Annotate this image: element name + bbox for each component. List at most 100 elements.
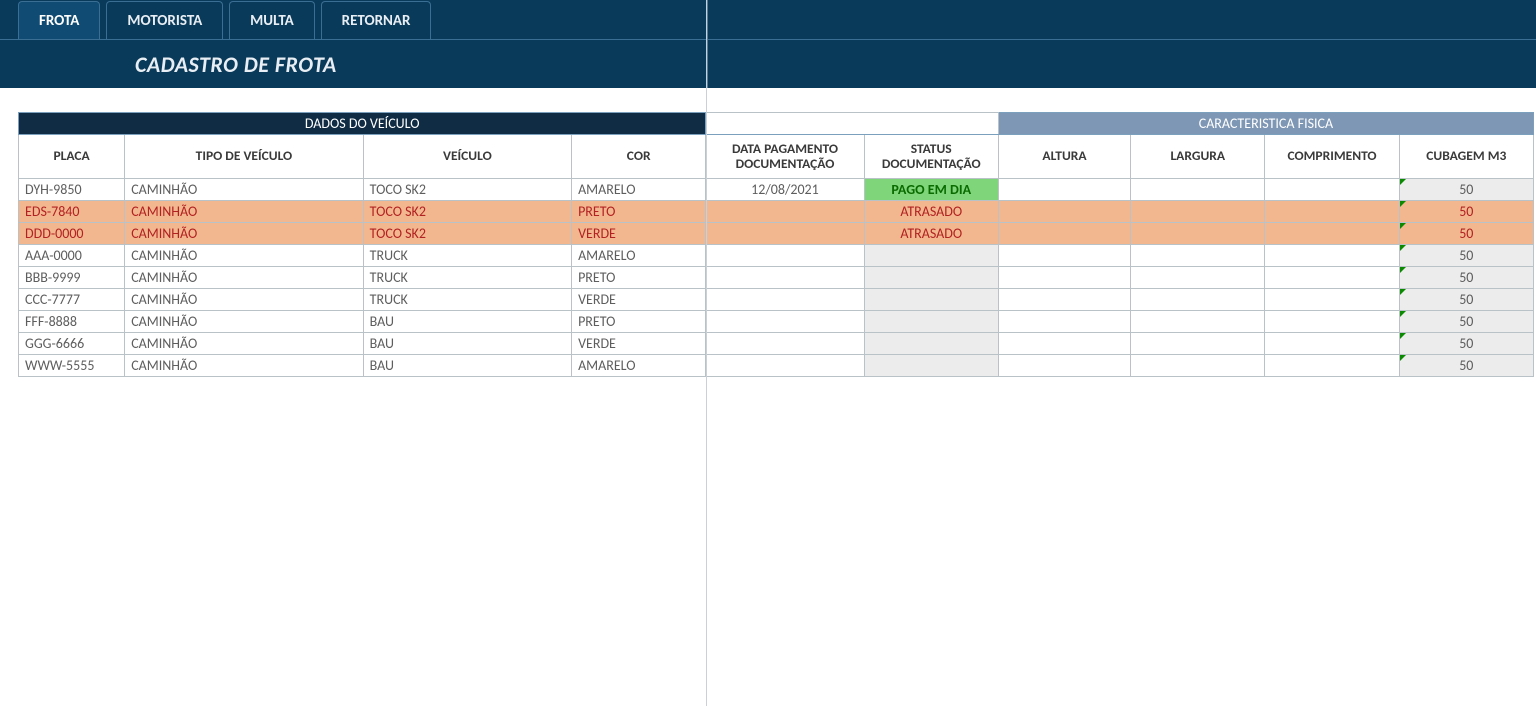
cell-data-pagamento[interactable] (706, 311, 864, 333)
cell-comprimento[interactable] (1265, 289, 1399, 311)
cell-data-pagamento[interactable] (706, 201, 864, 223)
cell-cubagem[interactable]: 50 (1399, 179, 1533, 201)
cell-tipo[interactable]: CAMINHÃO (125, 201, 363, 223)
cell-status[interactable] (864, 289, 998, 311)
cell-altura[interactable] (998, 245, 1130, 267)
cell-largura[interactable] (1131, 311, 1265, 333)
cell-veiculo[interactable]: TOCO SK2 (363, 201, 571, 223)
cell-placa[interactable]: WWW-5555 (19, 355, 125, 377)
cell-cor[interactable]: AMARELO (572, 245, 706, 267)
cell-comprimento[interactable] (1265, 245, 1399, 267)
cell-placa[interactable]: FFF-8888 (19, 311, 125, 333)
cell-placa[interactable]: BBB-9999 (19, 267, 125, 289)
table-row[interactable]: BBB-9999CAMINHÃOTRUCKPRETO 50 (19, 267, 1534, 289)
cell-comprimento[interactable] (1265, 223, 1399, 245)
table-row[interactable]: DYH-9850CAMINHÃOTOCO SK2AMARELO12/08/202… (19, 179, 1534, 201)
cell-cubagem[interactable]: 50 (1399, 267, 1533, 289)
cell-largura[interactable] (1131, 223, 1265, 245)
cell-cor[interactable]: PRETO (572, 267, 706, 289)
cell-largura[interactable] (1131, 245, 1265, 267)
col-placa[interactable]: PLACA (19, 135, 125, 179)
cell-cor[interactable]: AMARELO (572, 179, 706, 201)
cell-veiculo[interactable]: BAU (363, 311, 571, 333)
tab-frota[interactable]: FROTA (18, 1, 100, 39)
cell-cor[interactable]: VERDE (572, 223, 706, 245)
cell-status[interactable]: ATRASADO (864, 223, 998, 245)
cell-tipo[interactable]: CAMINHÃO (125, 355, 363, 377)
cell-cor[interactable]: AMARELO (572, 355, 706, 377)
cell-tipo[interactable]: CAMINHÃO (125, 223, 363, 245)
cell-altura[interactable] (998, 333, 1130, 355)
cell-placa[interactable]: CCC-7777 (19, 289, 125, 311)
cell-placa[interactable]: EDS-7840 (19, 201, 125, 223)
cell-status[interactable] (864, 267, 998, 289)
col-compr[interactable]: COMPRIMENTO (1265, 135, 1399, 179)
cell-veiculo[interactable]: TRUCK (363, 245, 571, 267)
table-row[interactable]: DDD-0000CAMINHÃOTOCO SK2VERDE ATRASADO 50 (19, 223, 1534, 245)
cell-cor[interactable]: PRETO (572, 311, 706, 333)
cell-cubagem[interactable]: 50 (1399, 245, 1533, 267)
cell-altura[interactable] (998, 311, 1130, 333)
cell-data-pagamento[interactable]: 12/08/2021 (706, 179, 864, 201)
col-largura[interactable]: LARGURA (1131, 135, 1265, 179)
cell-largura[interactable] (1131, 179, 1265, 201)
cell-tipo[interactable]: CAMINHÃO (125, 333, 363, 355)
cell-veiculo[interactable]: TOCO SK2 (363, 179, 571, 201)
cell-tipo[interactable]: CAMINHÃO (125, 267, 363, 289)
cell-status[interactable] (864, 311, 998, 333)
col-cubag[interactable]: CUBAGEM M3 (1399, 135, 1533, 179)
cell-data-pagamento[interactable] (706, 245, 864, 267)
tab-retornar[interactable]: RETORNAR (321, 1, 432, 39)
cell-cubagem[interactable]: 50 (1399, 355, 1533, 377)
cell-veiculo[interactable]: TRUCK (363, 267, 571, 289)
table-row[interactable]: WWW-5555CAMINHÃOBAUAMARELO 50 (19, 355, 1534, 377)
cell-altura[interactable] (998, 179, 1130, 201)
table-row[interactable]: GGG-6666CAMINHÃOBAUVERDE50 (19, 333, 1534, 355)
cell-comprimento[interactable] (1265, 355, 1399, 377)
cell-placa[interactable]: GGG-6666 (19, 333, 125, 355)
cell-placa[interactable]: DDD-0000 (19, 223, 125, 245)
cell-cor[interactable]: PRETO (572, 201, 706, 223)
cell-cubagem[interactable]: 50 (1399, 333, 1533, 355)
cell-data-pagamento[interactable] (706, 223, 864, 245)
cell-data-pagamento[interactable] (706, 267, 864, 289)
cell-data-pagamento[interactable] (706, 355, 864, 377)
cell-cubagem[interactable]: 50 (1399, 223, 1533, 245)
cell-status[interactable] (864, 333, 998, 355)
cell-status[interactable] (864, 245, 998, 267)
cell-largura[interactable] (1131, 289, 1265, 311)
cell-veiculo[interactable]: BAU (363, 355, 571, 377)
cell-tipo[interactable]: CAMINHÃO (125, 179, 363, 201)
cell-status[interactable]: ATRASADO (864, 201, 998, 223)
cell-comprimento[interactable] (1265, 201, 1399, 223)
table-row[interactable]: FFF-8888CAMINHÃOBAUPRETO50 (19, 311, 1534, 333)
cell-placa[interactable]: AAA-0000 (19, 245, 125, 267)
col-altura[interactable]: ALTURA (998, 135, 1130, 179)
cell-cor[interactable]: VERDE (572, 289, 706, 311)
cell-largura[interactable] (1131, 267, 1265, 289)
cell-tipo[interactable]: CAMINHÃO (125, 289, 363, 311)
cell-cor[interactable]: VERDE (572, 333, 706, 355)
cell-comprimento[interactable] (1265, 267, 1399, 289)
col-cor[interactable]: COR (572, 135, 706, 179)
cell-largura[interactable] (1131, 333, 1265, 355)
table-row[interactable]: CCC-7777CAMINHÃOTRUCKVERDE50 (19, 289, 1534, 311)
cell-tipo[interactable]: CAMINHÃO (125, 245, 363, 267)
tab-motorista[interactable]: MOTORISTA (106, 1, 223, 39)
cell-largura[interactable] (1131, 201, 1265, 223)
cell-status[interactable]: PAGO EM DIA (864, 179, 998, 201)
cell-altura[interactable] (998, 355, 1130, 377)
cell-veiculo[interactable]: TOCO SK2 (363, 223, 571, 245)
cell-comprimento[interactable] (1265, 311, 1399, 333)
table-row[interactable]: AAA-0000CAMINHÃOTRUCKAMARELO 50 (19, 245, 1534, 267)
cell-status[interactable] (864, 355, 998, 377)
cell-altura[interactable] (998, 289, 1130, 311)
col-tipo[interactable]: TIPO DE VEÍCULO (125, 135, 363, 179)
cell-altura[interactable] (998, 223, 1130, 245)
col-status[interactable]: STATUS DOCUMENTAÇÃO (864, 135, 998, 179)
cell-largura[interactable] (1131, 355, 1265, 377)
cell-cubagem[interactable]: 50 (1399, 201, 1533, 223)
table-row[interactable]: EDS-7840CAMINHÃOTOCO SK2PRETO ATRASADO 50 (19, 201, 1534, 223)
cell-cubagem[interactable]: 50 (1399, 311, 1533, 333)
cell-comprimento[interactable] (1265, 333, 1399, 355)
